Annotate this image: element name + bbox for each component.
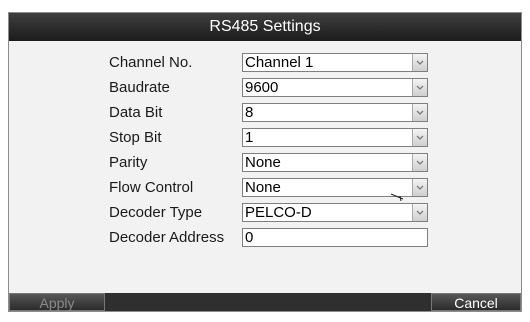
baudrate-value: 9600 bbox=[245, 79, 279, 96]
field-row-data-bit: Data Bit 8 bbox=[9, 101, 521, 125]
decoder-type-label: Decoder Type bbox=[109, 204, 203, 221]
parity-label: Parity bbox=[109, 154, 148, 171]
field-row-channel-no: Channel No. Channel 1 bbox=[9, 51, 521, 75]
chevron-down-icon bbox=[416, 135, 424, 140]
channel-no-value: Channel 1 bbox=[245, 54, 314, 71]
data-bit-value: 8 bbox=[245, 104, 254, 121]
chevron-down-icon bbox=[416, 110, 424, 115]
stop-bit-dropdown-button[interactable] bbox=[412, 129, 427, 146]
parity-value: None bbox=[245, 154, 281, 171]
parity-dropdown-button[interactable] bbox=[412, 154, 427, 171]
button-bar: Apply Cancel bbox=[9, 293, 521, 311]
flow-control-dropdown-button[interactable] bbox=[412, 179, 427, 196]
data-bit-dropdown-button[interactable] bbox=[412, 104, 427, 121]
chevron-down-icon bbox=[416, 185, 424, 190]
decoder-type-select[interactable]: PELCO-D bbox=[242, 203, 428, 222]
baudrate-label: Baudrate bbox=[109, 79, 170, 96]
decoder-address-value: 0 bbox=[245, 229, 254, 246]
flow-control-value: None bbox=[245, 179, 281, 196]
channel-no-label: Channel No. bbox=[109, 54, 193, 71]
field-row-flow-control: Flow Control None bbox=[9, 176, 521, 200]
data-bit-label: Data Bit bbox=[109, 104, 163, 121]
chevron-down-icon bbox=[416, 60, 424, 65]
chevron-down-icon bbox=[416, 85, 424, 90]
chevron-down-icon bbox=[416, 210, 424, 215]
rs485-settings-dialog: RS485 Settings Channel No. Channel 1 Bau… bbox=[8, 12, 522, 312]
field-row-parity: Parity None bbox=[9, 151, 521, 175]
data-bit-select[interactable]: 8 bbox=[242, 103, 428, 122]
flow-control-label: Flow Control bbox=[109, 179, 194, 196]
decoder-address-input[interactable]: 0 bbox=[242, 228, 428, 247]
parity-select[interactable]: None bbox=[242, 153, 428, 172]
decoder-address-label: Decoder Address bbox=[109, 229, 225, 246]
stop-bit-select[interactable]: 1 bbox=[242, 128, 428, 147]
stop-bit-value: 1 bbox=[245, 129, 254, 146]
chevron-down-icon bbox=[416, 160, 424, 165]
dialog-title: RS485 Settings bbox=[9, 13, 521, 41]
field-row-baudrate: Baudrate 9600 bbox=[9, 76, 521, 100]
channel-no-dropdown-button[interactable] bbox=[412, 54, 427, 71]
cancel-button[interactable]: Cancel bbox=[431, 293, 521, 311]
baudrate-select[interactable]: 9600 bbox=[242, 78, 428, 97]
channel-no-select[interactable]: Channel 1 bbox=[242, 53, 428, 72]
decoder-type-dropdown-button[interactable] bbox=[412, 204, 427, 221]
stop-bit-label: Stop Bit bbox=[109, 129, 162, 146]
apply-button[interactable]: Apply bbox=[9, 293, 105, 311]
decoder-type-value: PELCO-D bbox=[245, 204, 312, 221]
field-row-decoder-type: Decoder Type PELCO-D bbox=[9, 201, 521, 225]
field-row-stop-bit: Stop Bit 1 bbox=[9, 126, 521, 150]
mouse-cursor-icon bbox=[390, 193, 404, 202]
field-row-decoder-address: Decoder Address 0 bbox=[9, 226, 521, 250]
baudrate-dropdown-button[interactable] bbox=[412, 79, 427, 96]
